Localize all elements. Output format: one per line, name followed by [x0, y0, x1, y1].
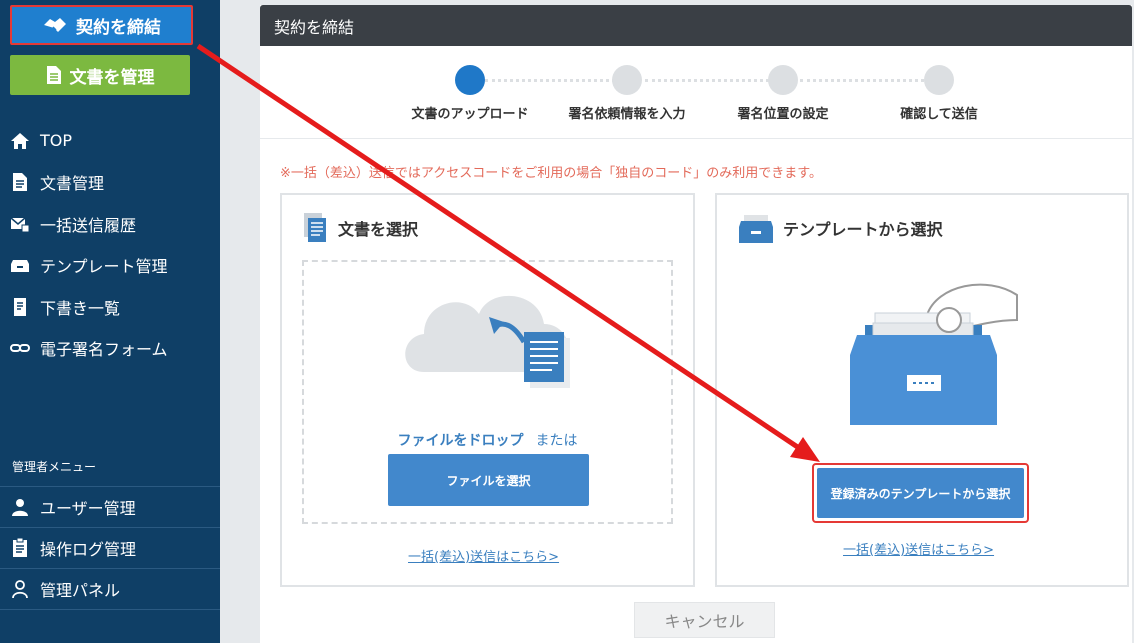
handshake-icon	[44, 18, 66, 33]
sidebar-item-esign-form[interactable]: 電子署名フォーム	[0, 328, 220, 370]
bulk-send-notice: ※一括（差込）送信ではアクセスコードをご利用の場合「独自のコード」のみ利用できま…	[280, 166, 822, 181]
step-label: 署名依頼情報を入力	[568, 107, 686, 122]
sidebar-item-label: 一括送信履歴	[40, 215, 137, 235]
select-document-card: 文書を選択 ファイルをドロップ または ファイルを選択 一括(差込)送信はこちら>	[280, 193, 695, 587]
link-icon	[10, 344, 30, 353]
document-icon	[46, 66, 61, 84]
draft-icon	[14, 297, 26, 316]
sidebar-item-bulk-history[interactable]: 一括送信履歴	[0, 203, 220, 245]
file-dropzone[interactable]: ファイルをドロップ または ファイルを選択	[302, 260, 673, 524]
bulk-send-link[interactable]: 一括(差込)送信はこちら>	[408, 546, 559, 565]
home-icon	[11, 132, 29, 149]
page-title: 契約を締結	[260, 5, 1132, 46]
sidebar-item-top[interactable]: TOP	[0, 120, 220, 162]
card-title: 文書を選択	[304, 213, 418, 243]
sidebar-item-label: 下書き一覧	[40, 298, 121, 318]
sidebar-item-users[interactable]: ユーザー管理	[0, 487, 220, 528]
admin-panel-icon	[12, 580, 28, 599]
or-label: または	[535, 433, 578, 449]
step-upload: 文書のアップロード	[390, 65, 550, 122]
sidebar-nav: TOP 文書管理 一括送信履歴 テンプレート管理 下書き一覧 電子署名フォーム	[0, 120, 220, 369]
bulk-send-link[interactable]: 一括(差込)送信はこちら>	[843, 539, 994, 558]
manage-docs-button-label: 文書を管理	[69, 67, 155, 88]
sidebar-item-operation-log[interactable]: 操作ログ管理	[0, 528, 220, 569]
step-sign-position: 署名位置の設定	[703, 65, 863, 122]
step-sign-request-info: 署名依頼情報を入力	[547, 65, 707, 122]
contract-button-label: 契約を締結	[76, 17, 161, 38]
step-indicator: 文書のアップロード 署名依頼情報を入力 署名位置の設定 確認して送信	[390, 65, 1030, 125]
step-dot	[924, 65, 954, 95]
cloud-upload-icon	[405, 295, 570, 388]
sidebar-item-drafts[interactable]: 下書き一覧	[0, 286, 220, 328]
step-dot	[768, 65, 798, 95]
card-title: テンプレートから選択	[739, 213, 943, 243]
step-dot	[612, 65, 642, 95]
template-button-highlight: 登録済みのテンプレートから選択	[812, 463, 1029, 523]
bulk-send-icon	[10, 217, 30, 233]
sidebar-item-label: 文書管理	[40, 174, 105, 194]
select-file-button[interactable]: ファイルを選択	[388, 454, 589, 506]
step-confirm-send: 確認して送信	[859, 65, 1019, 122]
cancel-button[interactable]: キャンセル	[634, 602, 775, 638]
step-label: 文書のアップロード	[411, 107, 529, 122]
drop-file-label: ファイルをドロップ	[397, 433, 524, 449]
manage-docs-button[interactable]: 文書を管理	[10, 55, 190, 95]
sidebar-item-documents[interactable]: 文書管理	[0, 162, 220, 204]
contract-button[interactable]: 契約を締結	[10, 5, 193, 45]
template-drawer-icon	[850, 283, 1018, 425]
sidebar-item-label: TOP	[40, 131, 73, 151]
log-icon	[13, 538, 27, 557]
user-icon	[12, 499, 28, 516]
select-template-card: テンプレートから選択 登録済みのテンプレートから選択 一括(差込)送信はこちら>	[715, 193, 1129, 587]
sidebar-item-admin-panel[interactable]: 管理パネル	[0, 569, 220, 610]
sidebar-item-label: 管理パネル	[40, 581, 121, 600]
admin-menu-title: 管理者メニュー	[12, 460, 97, 474]
template-box-icon	[11, 260, 29, 273]
divider	[260, 138, 1132, 139]
document-icon	[13, 173, 27, 192]
sidebar: 契約を締結 文書を管理 TOP 文書管理 一括送信履歴 テンプレート管理 下書き…	[0, 0, 220, 643]
sidebar-item-label: テンプレート管理	[40, 257, 168, 277]
step-dot	[455, 65, 485, 95]
sidebar-item-templates[interactable]: テンプレート管理	[0, 245, 220, 287]
sidebar-item-label: 電子署名フォーム	[40, 340, 168, 360]
contract-panel: 契約を締結 文書のアップロード 署名依頼情報を入力 署名位置の設定 確認して送信…	[260, 5, 1132, 643]
step-label: 署名位置の設定	[737, 107, 829, 122]
card-title-label: 文書を選択	[338, 220, 419, 239]
select-registered-template-button[interactable]: 登録済みのテンプレートから選択	[817, 468, 1024, 518]
document-list-icon	[304, 213, 326, 242]
admin-nav: ユーザー管理 操作ログ管理 管理パネル	[0, 487, 220, 610]
dropzone-text: ファイルをドロップ または	[304, 430, 671, 450]
template-box-icon	[739, 215, 773, 243]
card-title-label: テンプレートから選択	[783, 220, 943, 239]
step-label: 確認して送信	[900, 107, 978, 122]
sidebar-item-label: 操作ログ管理	[40, 540, 137, 559]
sidebar-item-label: ユーザー管理	[40, 499, 136, 518]
